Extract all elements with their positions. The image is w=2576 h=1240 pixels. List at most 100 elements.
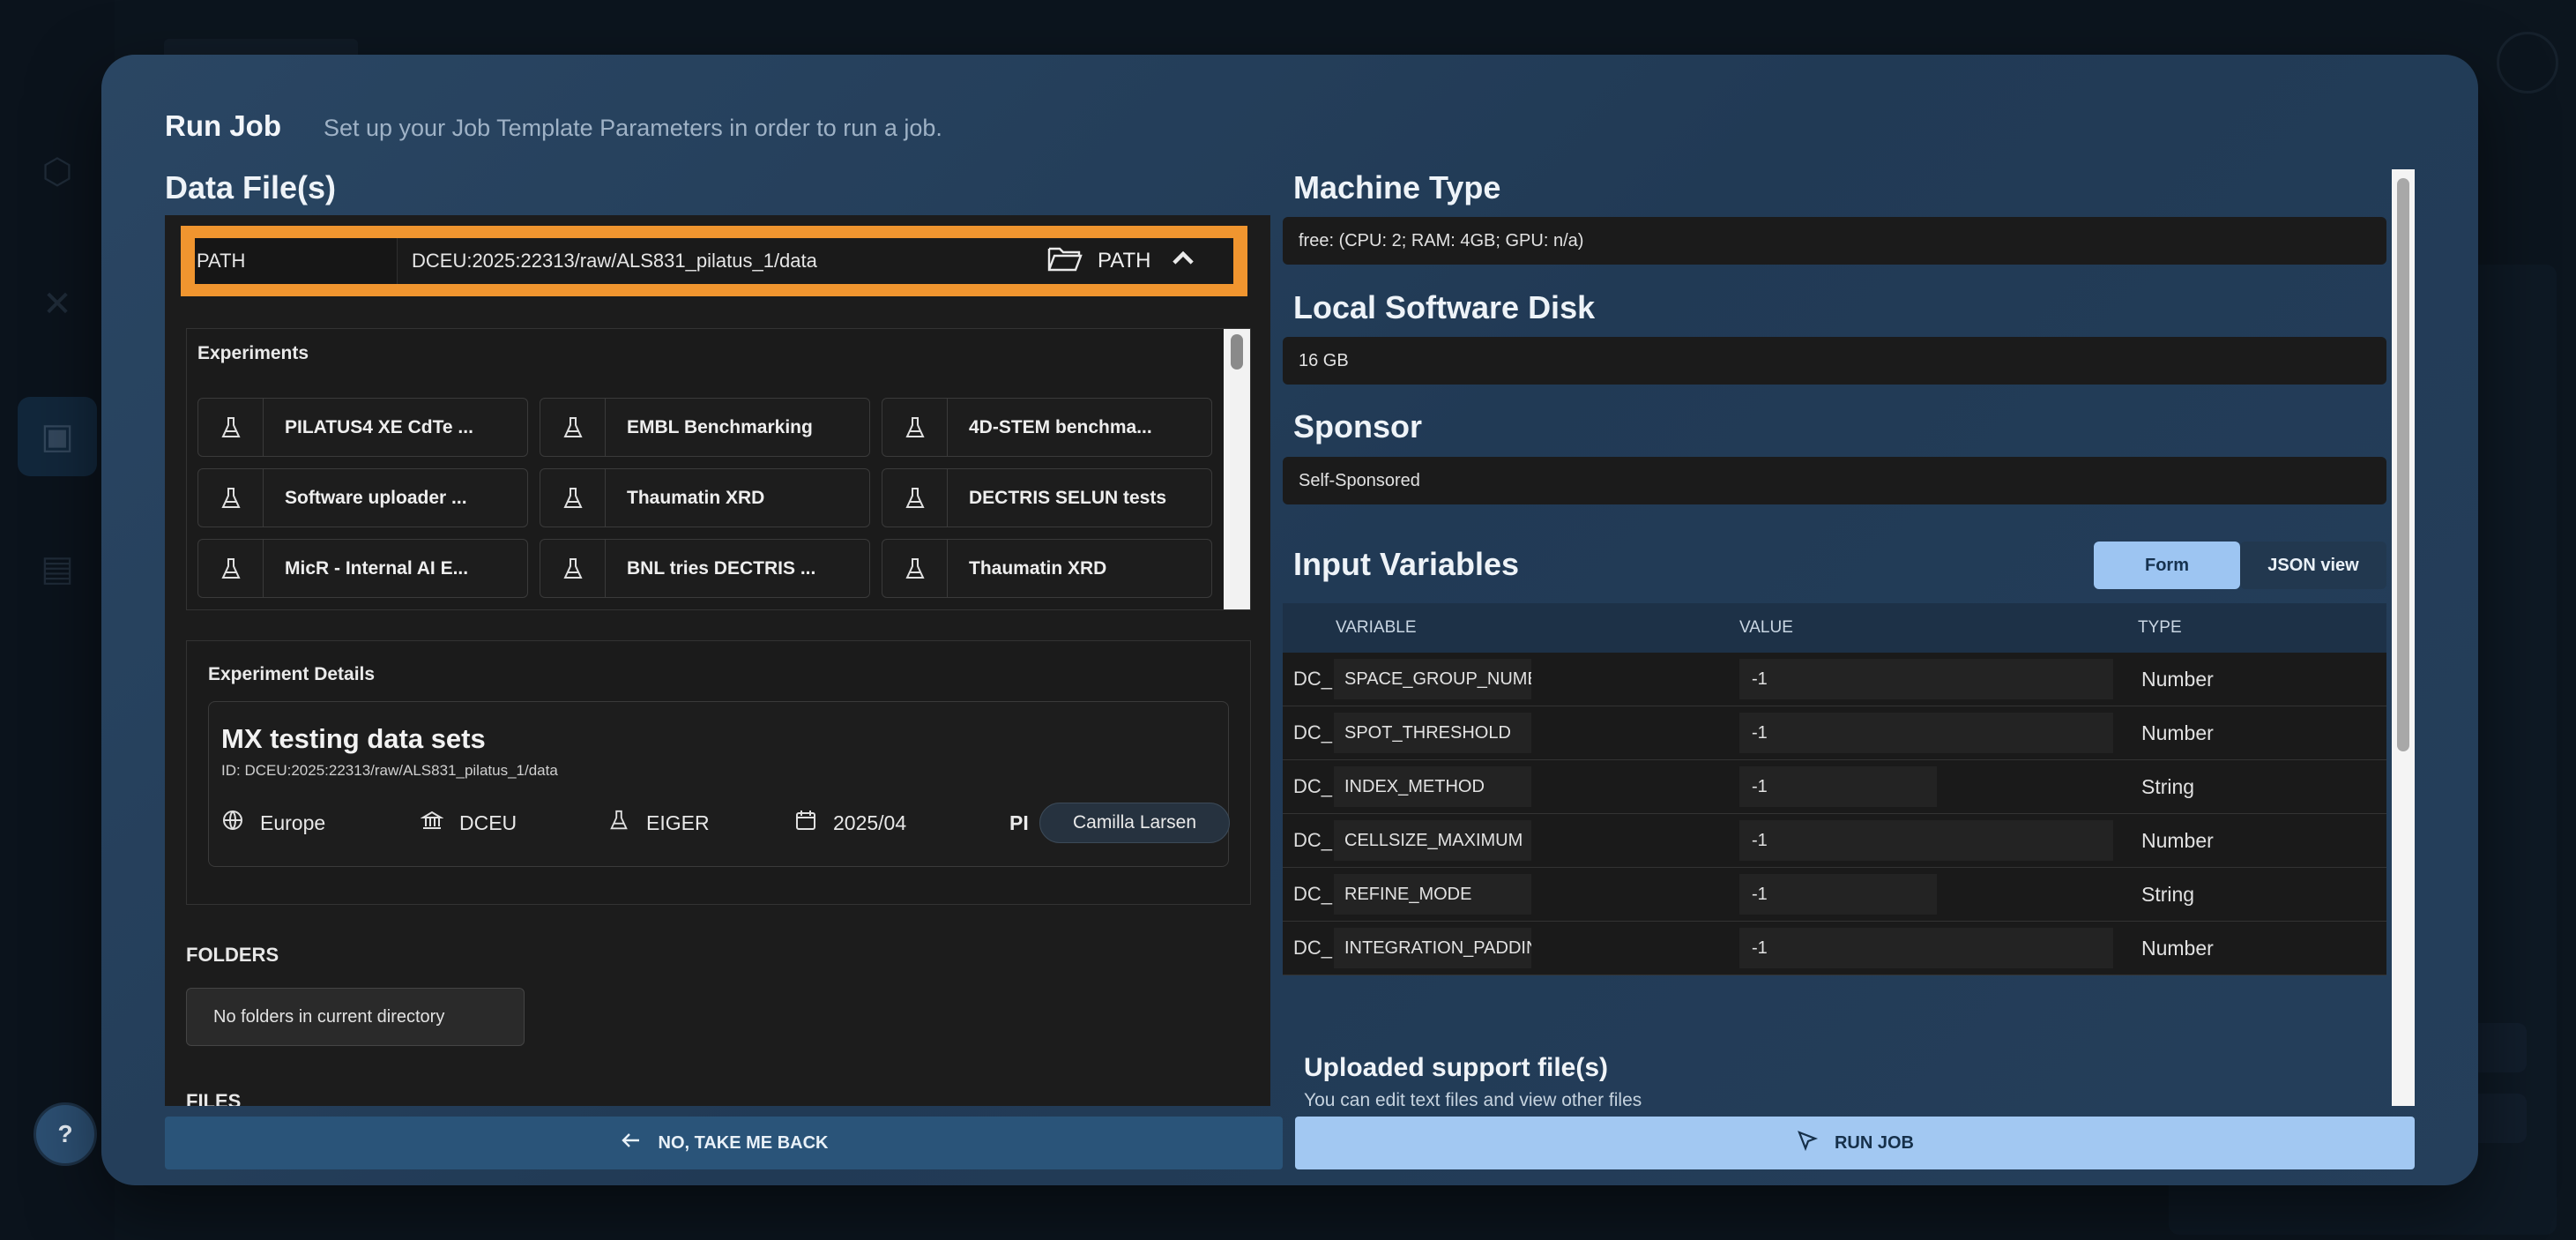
sponsor-select[interactable]: Self-Sponsored xyxy=(1283,457,2386,504)
table-row: DC_ CELLSIZE_MAXIMUM -1 Number xyxy=(1283,814,2386,868)
experiments-scrollbar[interactable] xyxy=(1224,329,1250,609)
view-toggle: Form JSON view xyxy=(2094,542,2386,589)
flask-icon xyxy=(882,399,948,456)
variable-column-header: VARIABLE xyxy=(1336,618,1417,637)
folder-open-icon xyxy=(1046,243,1083,280)
help-button[interactable]: ? xyxy=(34,1102,97,1166)
experiment-name: Thaumatin XRD xyxy=(969,557,1107,579)
uploaded-files-title: Uploaded support file(s) xyxy=(1304,1053,1608,1082)
machine-type-select[interactable]: free: (CPU: 2; RAM: 4GB; GPU: n/a) xyxy=(1283,217,2386,265)
region-item: Europe xyxy=(221,801,325,845)
flask-icon xyxy=(607,809,630,837)
experiment-meta: Europe DCEU EIGER 2025/04 PI Camilla Lar… xyxy=(221,801,1230,845)
experiment-name: Software uploader ... xyxy=(285,487,467,508)
take-me-back-label: NO, TAKE ME BACK xyxy=(658,1132,829,1153)
table-row: DC_ SPACE_GROUP_NUMBI -1 Number xyxy=(1283,653,2386,706)
chevron-up-icon xyxy=(1165,243,1202,280)
variable-prefix: DC_ xyxy=(1293,668,1333,690)
sponsor-title: Sponsor xyxy=(1293,408,1423,444)
cursor-arrow-icon xyxy=(1796,1129,1819,1157)
path-input-group: PATH DCEU:2025:22313/raw/ALS831_pilatus_… xyxy=(195,238,1233,284)
data-files-title: Data File(s) xyxy=(165,169,337,205)
config-scrollbar[interactable] xyxy=(2392,169,2415,1106)
json-view-button[interactable]: JSON view xyxy=(2240,542,2386,589)
variable-value-input[interactable]: -1 xyxy=(1739,874,1937,915)
machine-type-title: Machine Type xyxy=(1293,169,1501,205)
variable-prefix: DC_ xyxy=(1293,883,1333,905)
experiments-grid: PILATUS4 XE CdTe ... EMBL Benchmarking 4… xyxy=(197,398,1212,598)
modal-subtitle: Set up your Job Template Parameters in o… xyxy=(323,115,942,141)
variable-value-input[interactable]: -1 xyxy=(1739,820,2113,861)
experiments-scroll-thumb[interactable] xyxy=(1231,334,1243,370)
experiments-list[interactable]: Experiments PILATUS4 XE CdTe ... EMBL Be… xyxy=(186,328,1251,610)
flask-icon xyxy=(540,469,606,527)
experiment-card[interactable]: EMBL Benchmarking xyxy=(540,398,870,457)
table-row: DC_ INTEGRATION_PADDIN -1 Number xyxy=(1283,922,2386,975)
variable-type: Number xyxy=(2141,828,2214,852)
pi-chip[interactable]: Camilla Larsen xyxy=(1039,803,1230,843)
experiments-title: Experiments xyxy=(197,343,309,363)
experiment-card[interactable]: Thaumatin XRD xyxy=(540,468,870,527)
variable-name-field[interactable]: REFINE_MODE xyxy=(1334,874,1531,915)
variable-value-input[interactable]: -1 xyxy=(1739,766,1937,807)
arrow-left-icon xyxy=(620,1129,643,1157)
experiment-card[interactable]: BNL tries DECTRIS ... xyxy=(540,539,870,598)
instrument-item: EIGER xyxy=(607,801,710,845)
variable-name-field[interactable]: INTEGRATION_PADDIN xyxy=(1334,928,1531,968)
experiment-name: DECTRIS SELUN tests xyxy=(969,487,1167,508)
flask-icon xyxy=(198,469,264,527)
experiment-title: MX testing data sets xyxy=(221,723,486,754)
experiment-card[interactable]: Software uploader ... xyxy=(197,468,528,527)
experiment-card[interactable]: Thaumatin XRD xyxy=(882,539,1212,598)
table-header: VARIABLE VALUE TYPE xyxy=(1283,603,2386,653)
experiment-details-card: MX testing data sets ID: DCEU:2025:22313… xyxy=(208,701,1230,867)
table-row: DC_ REFINE_MODE -1 String xyxy=(1283,868,2386,922)
run-job-modal: Run Job Set up your Job Template Paramet… xyxy=(101,55,2478,1185)
variable-value-input[interactable]: -1 xyxy=(1739,713,2113,753)
folders-title: FOLDERS xyxy=(186,944,279,966)
variable-name-field[interactable]: INDEX_METHOD xyxy=(1334,766,1531,807)
variable-prefix: DC_ xyxy=(1293,937,1333,959)
path-input[interactable]: DCEU:2025:22313/raw/ALS831_pilatus_1/dat… xyxy=(398,238,1031,284)
flask-icon xyxy=(540,540,606,597)
input-variables-table: VARIABLE VALUE TYPE DC_ SPACE_GROUP_NUMB… xyxy=(1283,603,2386,975)
flask-icon xyxy=(198,540,264,597)
variable-value-input[interactable]: -1 xyxy=(1739,659,2113,699)
flask-icon xyxy=(540,399,606,456)
variable-type: Number xyxy=(2141,721,2214,744)
path-dropdown-button[interactable]: PATH xyxy=(1031,238,1233,284)
variable-name-field[interactable]: CELLSIZE_MAXIMUM xyxy=(1334,820,1531,861)
local-software-disk-title: Local Software Disk xyxy=(1293,289,1596,325)
job-config-panel[interactable]: Machine Type free: (CPU: 2; RAM: 4GB; GP… xyxy=(1283,169,2415,1106)
config-scroll-thumb[interactable] xyxy=(2397,178,2409,751)
experiment-card[interactable]: PILATUS4 XE CdTe ... xyxy=(197,398,528,457)
variable-prefix: DC_ xyxy=(1293,721,1333,743)
experiment-details-title: Experiment Details xyxy=(208,664,376,684)
experiment-id: ID: DCEU:2025:22313/raw/ALS831_pilatus_1… xyxy=(221,762,558,779)
experiment-card[interactable]: MicR - Internal AI E... xyxy=(197,539,528,598)
experiment-name: EMBL Benchmarking xyxy=(627,416,813,437)
modal-header: Run Job Set up your Job Template Paramet… xyxy=(165,109,942,143)
variable-name-field[interactable]: SPACE_GROUP_NUMBI xyxy=(1334,659,1531,699)
globe-icon xyxy=(221,809,244,837)
variable-prefix: DC_ xyxy=(1293,829,1333,851)
input-variables-title: Input Variables xyxy=(1293,546,1520,582)
experiment-card[interactable]: 4D-STEM benchma... xyxy=(882,398,1212,457)
value-column-header: VALUE xyxy=(1739,618,1793,637)
path-label: PATH xyxy=(195,238,398,284)
local-software-disk-select[interactable]: 16 GB xyxy=(1283,337,2386,385)
modal-title: Run Job xyxy=(165,109,281,142)
experiment-name: PILATUS4 XE CdTe ... xyxy=(285,416,473,437)
variable-type: String xyxy=(2141,774,2195,798)
experiment-name: BNL tries DECTRIS ... xyxy=(627,557,816,579)
data-files-content[interactable]: PATH DCEU:2025:22313/raw/ALS831_pilatus_… xyxy=(165,215,1270,1106)
pi-label: PI xyxy=(1009,810,1029,834)
variable-value-input[interactable]: -1 xyxy=(1739,928,2113,968)
variable-name-field[interactable]: SPOT_THRESHOLD xyxy=(1334,713,1531,753)
experiment-card[interactable]: DECTRIS SELUN tests xyxy=(882,468,1212,527)
take-me-back-button[interactable]: NO, TAKE ME BACK xyxy=(165,1117,1283,1169)
run-job-button[interactable]: RUN JOB xyxy=(1295,1117,2415,1169)
date-value: 2025/04 xyxy=(833,810,907,834)
table-row: DC_ SPOT_THRESHOLD -1 Number xyxy=(1283,706,2386,760)
form-view-button[interactable]: Form xyxy=(2094,542,2240,589)
